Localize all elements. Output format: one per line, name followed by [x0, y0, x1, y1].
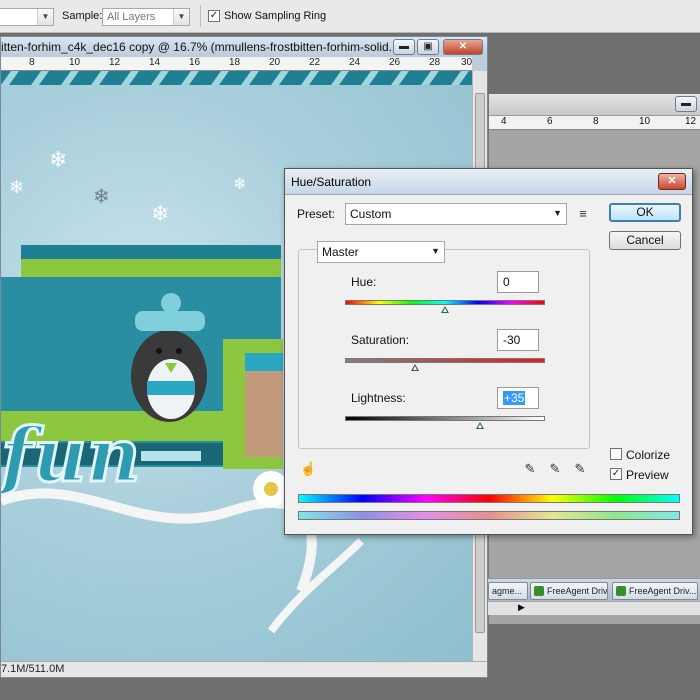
- dialog-titlebar[interactable]: Hue/Saturation ✕: [285, 169, 692, 195]
- taskbar: agme... FreeAgent Driv... FreeAgent Driv…: [488, 578, 700, 602]
- ruler-number: 20: [269, 57, 281, 68]
- saturation-label: Saturation:: [351, 333, 410, 347]
- eyedropper-minus-icon[interactable]: ✎: [572, 461, 588, 477]
- lightness-value-selected: +35: [503, 391, 526, 405]
- ruler-number: 6: [547, 116, 553, 127]
- output-color-bar: [298, 511, 680, 520]
- document-titlebar[interactable]: itten-forhim_c4k_dec16 copy @ 16.7% (mmu…: [1, 37, 487, 57]
- chevron-down-icon: ▼: [37, 9, 53, 25]
- ruler-number: 12: [685, 116, 697, 127]
- preset-label: Preset:: [297, 207, 336, 221]
- svg-text:❄: ❄: [151, 202, 169, 227]
- tool-size-dropdown[interactable]: ▼: [0, 8, 54, 26]
- saturation-value-input[interactable]: -30: [497, 329, 539, 351]
- memory-status: 7.1M/511.0M: [1, 663, 65, 675]
- separator: [200, 5, 201, 27]
- status-bar: 7.1M/511.0M: [1, 661, 487, 677]
- colorize-checkbox[interactable]: [610, 448, 622, 460]
- minimize-button[interactable]: ▬: [393, 39, 415, 55]
- background-window-titlebar: ▬: [489, 94, 700, 116]
- ruler-number: 10: [639, 116, 651, 127]
- app-icon: [616, 586, 626, 596]
- photo-hat: [245, 353, 283, 371]
- show-sampling-ring-checkbox[interactable]: ✓: [208, 10, 220, 22]
- taskbar-item[interactable]: FreeAgent Driv...: [612, 582, 698, 600]
- sample-dropdown[interactable]: All Layers ▼: [102, 8, 190, 26]
- svg-text:❄: ❄: [233, 174, 246, 193]
- background-window-ruler: 4 6 8 10 12: [489, 116, 700, 130]
- taskbar-item-label: agme...: [492, 586, 523, 596]
- channel-value: Master: [322, 245, 359, 259]
- saturation-slider-track[interactable]: [345, 358, 545, 363]
- ruler-number: 10: [69, 57, 81, 68]
- ruler-number: 18: [229, 57, 241, 68]
- snowflake-icons: ❄ ❄ ❄ ❄: [9, 148, 246, 227]
- options-bar: ▼ Sample: All Layers ▼ ✓ Show Sampling R…: [0, 0, 700, 33]
- ok-button[interactable]: OK: [609, 203, 681, 222]
- lightness-label: Lightness:: [351, 391, 406, 405]
- restore-button[interactable]: ▣: [417, 39, 439, 55]
- taskbar-item-label: FreeAgent Driv...: [629, 586, 697, 596]
- dialog-title: Hue/Saturation: [291, 175, 372, 189]
- preset-value: Custom: [350, 207, 392, 221]
- chevron-down-icon: ▼: [431, 246, 440, 256]
- ruler-number: 26: [389, 57, 401, 68]
- flower-center: [264, 482, 278, 496]
- taskbar-item-label: FreeAgent Driv...: [547, 586, 608, 596]
- ruler-number: 8: [593, 116, 599, 127]
- ruler-number: 4: [501, 116, 507, 127]
- saturation-slider-handle[interactable]: [411, 364, 419, 371]
- targeted-adjustment-icon[interactable]: ☝: [300, 461, 316, 477]
- preset-options-icon[interactable]: ≡: [575, 206, 591, 222]
- snowflake-icon: ❄: [93, 184, 110, 208]
- horizontal-scrollbar[interactable]: ▶: [488, 601, 700, 615]
- chevron-down-icon: ▼: [173, 9, 189, 25]
- taskbar-item[interactable]: agme...: [488, 582, 528, 600]
- cancel-button[interactable]: Cancel: [609, 231, 681, 250]
- preview-label: Preview: [626, 468, 669, 482]
- minimize-button[interactable]: ▬: [675, 96, 697, 112]
- scroll-right-icon[interactable]: ▶: [518, 602, 525, 613]
- preview-checkbox[interactable]: ✓: [610, 468, 622, 480]
- ruler-number: 16: [189, 57, 201, 68]
- green-paper-strip: [21, 259, 281, 277]
- ruler-number: 30: [461, 57, 472, 68]
- document-title: itten-forhim_c4k_dec16 copy @ 16.7% (mmu…: [1, 40, 399, 54]
- lightness-slider-track[interactable]: [345, 416, 545, 421]
- colorize-label: Colorize: [626, 448, 671, 462]
- lightness-slider-handle[interactable]: [476, 422, 484, 429]
- sample-value: All Layers: [107, 11, 156, 23]
- svg-text:❄: ❄: [49, 148, 67, 173]
- eyedropper-plus-icon[interactable]: ✎: [547, 461, 563, 477]
- preset-dropdown[interactable]: Custom ▼: [345, 203, 567, 225]
- channel-dropdown[interactable]: Master ▼: [317, 241, 445, 263]
- svg-text:❄: ❄: [9, 177, 24, 198]
- close-button[interactable]: ✕: [443, 39, 483, 55]
- ruler-number: 28: [429, 57, 441, 68]
- hue-value-input[interactable]: 0: [497, 271, 539, 293]
- taskbar-item[interactable]: FreeAgent Driv...: [530, 582, 608, 600]
- ruler-number: 22: [309, 57, 321, 68]
- lightness-value-input[interactable]: +35: [497, 387, 539, 409]
- eyedropper-icon[interactable]: ✎: [522, 461, 538, 477]
- ruler-number: 12: [109, 57, 121, 68]
- sample-label: Sample:: [62, 10, 103, 22]
- ruler-number: 24: [349, 57, 361, 68]
- ruler-number: 8: [29, 57, 35, 68]
- hue-slider-handle[interactable]: [441, 306, 449, 313]
- ruler-number: 14: [149, 57, 161, 68]
- app-icon: [534, 586, 544, 596]
- horizontal-ruler: 8 10 12 14 16 18 20 22 24 26 28 30: [1, 57, 472, 71]
- dialog-close-button[interactable]: ✕: [658, 173, 686, 190]
- hue-label: Hue:: [351, 275, 377, 289]
- show-sampling-ring-label: Show Sampling Ring: [224, 10, 327, 22]
- hue-slider-track[interactable]: [345, 300, 545, 305]
- ribbon: [1, 488, 317, 593]
- hue-saturation-dialog: Hue/Saturation ✕ Preset: Custom ▼ ≡ OK C…: [284, 168, 693, 535]
- input-color-bar: [298, 494, 680, 503]
- fun-word-art: fun: [1, 413, 140, 499]
- chevron-down-icon: ▼: [553, 208, 562, 218]
